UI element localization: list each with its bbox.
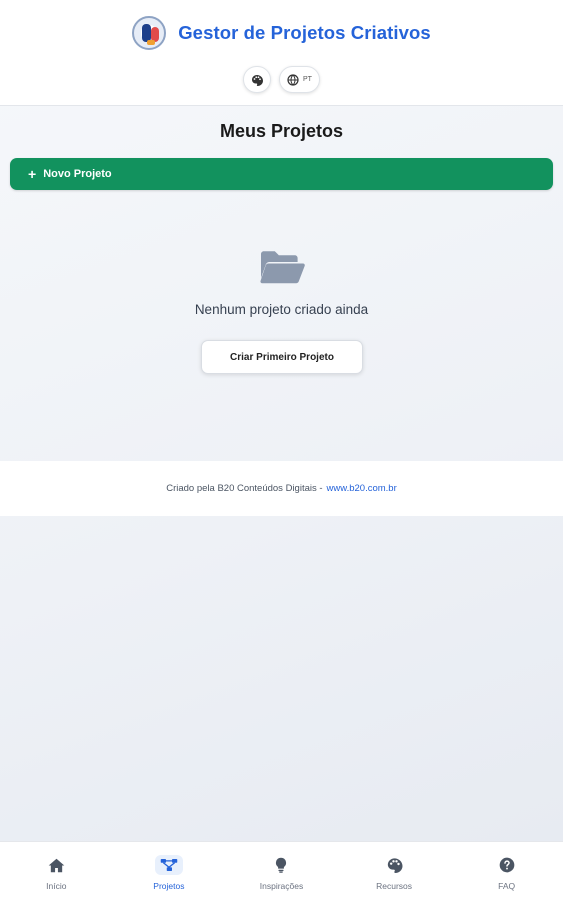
nav-label-inspiracoes: Inspirações: [259, 881, 304, 891]
footer-credit: Criado pela B20 Conteúdos Digitais -: [166, 483, 323, 494]
projects-icon: [160, 859, 178, 871]
palette-icon: [387, 858, 403, 873]
question-icon: [499, 857, 515, 873]
app-logo: [132, 16, 167, 50]
bottom-nav: Início Projetos Inspirações Recursos FAQ: [0, 841, 563, 900]
palette-icon: [252, 74, 264, 86]
new-project-button[interactable]: + Novo Projeto: [10, 158, 553, 190]
nav-label-inicio: Início: [46, 881, 67, 891]
brand: Gestor de Projetos Criativos: [0, 16, 563, 50]
app-title: Gestor de Projetos Criativos: [178, 22, 431, 43]
folder-open-icon: [260, 251, 305, 284]
home-icon: [48, 858, 65, 872]
language-label: PT: [303, 76, 312, 83]
globe-icon: [287, 73, 299, 86]
footer: Criado pela B20 Conteúdos Digitais - www…: [0, 461, 563, 516]
app-header: Gestor de Projetos Criativos PT: [0, 0, 563, 106]
plus-icon: +: [28, 166, 37, 182]
theme-button[interactable]: [243, 66, 272, 93]
lightbulb-icon: [276, 857, 287, 873]
nav-label-recursos: Recursos: [376, 881, 413, 891]
header-actions: PT: [0, 66, 563, 93]
empty-state-message: Nenhum projeto criado ainda: [194, 302, 369, 317]
nav-item-projetos[interactable]: Projetos: [113, 842, 226, 900]
language-button[interactable]: PT: [279, 66, 320, 93]
footer-link[interactable]: www.b20.com.br: [327, 483, 397, 494]
nav-item-recursos[interactable]: Recursos: [338, 842, 451, 900]
nav-label-faq: FAQ: [498, 881, 516, 891]
page-title: Meus Projetos: [219, 121, 344, 141]
nav-item-inspiracoes[interactable]: Inspirações: [225, 842, 338, 900]
nav-label-projetos: Projetos: [153, 881, 185, 891]
nav-item-inicio[interactable]: Início: [0, 842, 113, 900]
new-project-label: Novo Projeto: [43, 168, 112, 180]
create-first-project-button[interactable]: Criar Primeiro Projeto: [201, 340, 363, 374]
nav-item-faq[interactable]: FAQ: [450, 842, 563, 900]
